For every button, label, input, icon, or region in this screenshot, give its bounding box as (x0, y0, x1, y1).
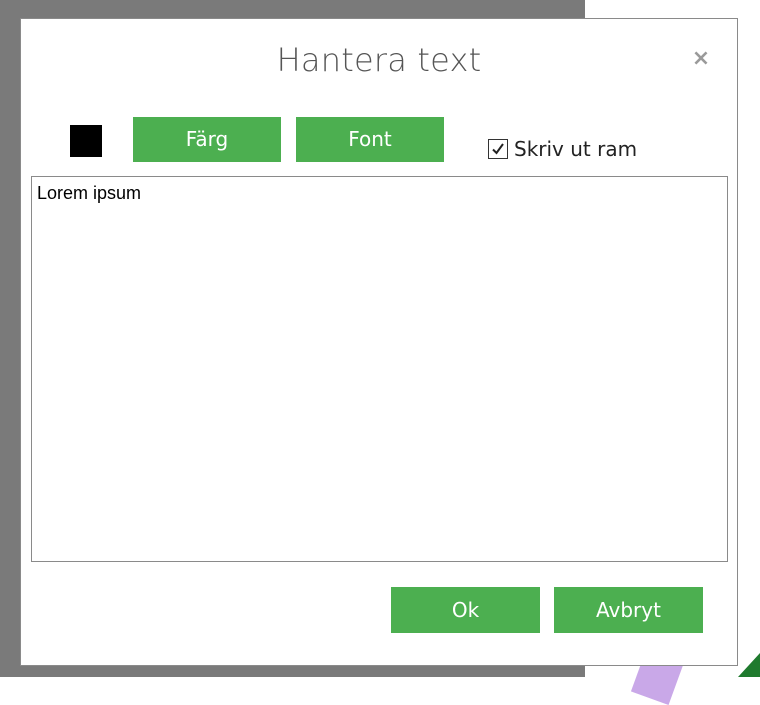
manage-text-dialog: Hantera text × Färg Font Skriv ut ram Lo… (20, 18, 738, 666)
font-button[interactable]: Font (296, 117, 444, 162)
cancel-button[interactable]: Avbryt (554, 587, 703, 633)
color-button[interactable]: Färg (133, 117, 281, 162)
checkbox-label: Skriv ut ram (514, 137, 638, 161)
text-editor[interactable]: Lorem ipsum (31, 176, 728, 562)
checkmark-icon (492, 143, 504, 155)
print-frame-checkbox[interactable]: Skriv ut ram (488, 136, 637, 162)
close-icon[interactable]: × (689, 47, 713, 71)
dialog-title: Hantera text (276, 41, 482, 79)
checkbox-box[interactable] (488, 139, 508, 159)
background-shape-green (738, 653, 760, 677)
color-swatch (70, 125, 102, 157)
ok-button[interactable]: Ok (391, 587, 540, 633)
